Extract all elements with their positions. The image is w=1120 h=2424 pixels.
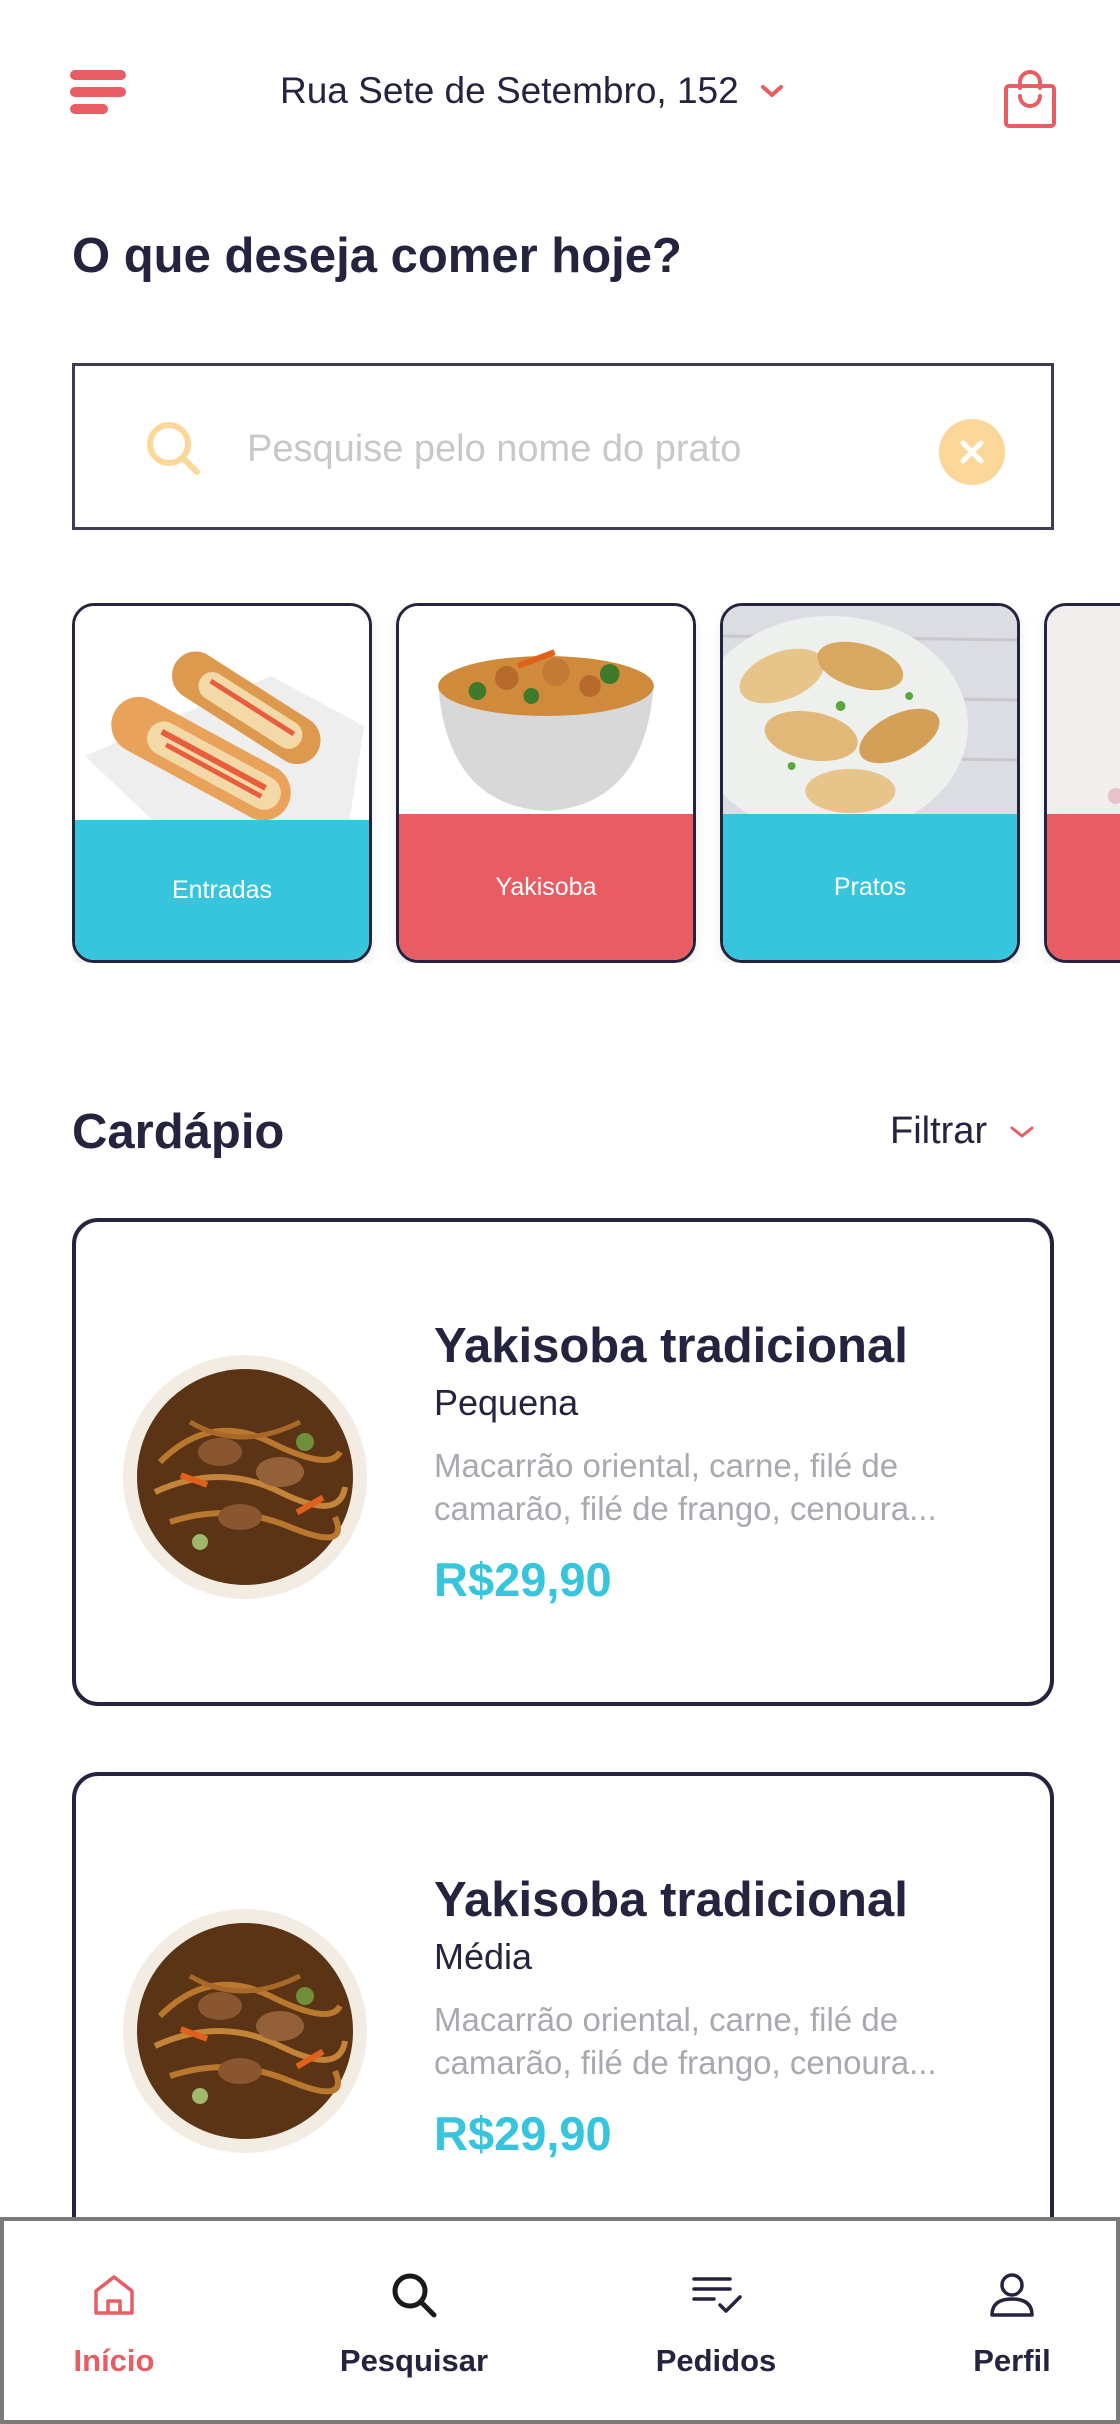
yakisoba-dish-image <box>123 1909 367 2153</box>
spring-rolls-image <box>75 606 369 826</box>
address-selector[interactable]: Rua Sete de Setembro, 152 <box>280 64 787 118</box>
dish-size: Pequena <box>434 1382 579 1423</box>
category-label: Entradas <box>171 875 273 904</box>
dish-name: Yakisoba tradicional <box>434 1873 908 1927</box>
category-label-area: Yakisoba <box>399 814 693 960</box>
hamburger-menu-icon[interactable] <box>70 70 128 116</box>
category-card-yakisoba[interactable]: Yakisoba <box>396 603 696 963</box>
dish-price: R$29,90 <box>434 1553 612 1606</box>
nav-item-perfil[interactable]: Perfil <box>902 2221 1120 2421</box>
yakisoba-dish-image <box>123 1355 367 1599</box>
nav-label: Pesquisar <box>339 2343 489 2378</box>
page-title: O que deseja comer hoje? <box>72 229 682 283</box>
category-carousel[interactable]: Entradas Yakisoba Pratos <box>72 603 1120 963</box>
search-input[interactable] <box>245 406 845 492</box>
address-text: Rua Sete de Setembro, 152 <box>280 70 739 111</box>
close-icon <box>960 440 984 464</box>
dish-card[interactable]: Yakisoba tradicional Pequena Macarrão or… <box>72 1218 1054 1706</box>
category-label: Yakisoba <box>495 872 597 901</box>
nav-item-inicio[interactable]: Início <box>4 2221 224 2421</box>
chevron-down-icon <box>760 85 783 97</box>
category-card-pratos[interactable]: Pratos <box>720 603 1020 963</box>
category-card-entradas[interactable]: Entradas <box>72 603 372 963</box>
filter-button[interactable]: Filtrar <box>890 1110 1037 1153</box>
dish-description: Macarrão oriental, carne, filé de camarã… <box>434 1447 937 1527</box>
yakisoba-bowl-image <box>399 606 693 826</box>
nav-label: Perfil <box>973 2343 1051 2378</box>
home-icon <box>94 2275 134 2315</box>
filter-label: Filtrar <box>890 1110 988 1152</box>
gyoza-plate-image <box>723 606 1017 826</box>
orders-list-icon <box>692 2277 742 2313</box>
category-card-partial[interactable] <box>1044 603 1120 963</box>
nav-item-pesquisar[interactable]: Pesquisar <box>304 2221 524 2421</box>
dish-size: Média <box>434 1936 533 1977</box>
dish-card[interactable]: Yakisoba tradicional Média Macarrão orie… <box>72 1772 1054 2260</box>
dish-name: Yakisoba tradicional <box>434 1319 908 1373</box>
category-label: Pratos <box>833 872 907 901</box>
chevron-down-icon <box>1010 1126 1034 1137</box>
search-box <box>72 363 1054 530</box>
bottom-navigation: Início Pesquisar Pedidos Perfil <box>0 2217 1120 2424</box>
category-image <box>1047 606 1120 826</box>
category-label-area: Entradas <box>75 820 369 960</box>
menu-section-title: Cardápio <box>72 1105 285 1159</box>
search-icon <box>147 422 200 475</box>
nav-label: Início <box>73 2343 155 2378</box>
category-label-area: Pratos <box>723 814 1017 960</box>
nav-label: Pedidos <box>655 2343 777 2378</box>
nav-item-pedidos[interactable]: Pedidos <box>606 2221 826 2421</box>
user-icon <box>990 2273 1034 2317</box>
dish-price: R$29,90 <box>434 2107 612 2160</box>
clear-search-button[interactable] <box>939 419 1005 485</box>
category-label-area <box>1047 814 1120 960</box>
search-icon <box>392 2273 437 2318</box>
dish-description: Macarrão oriental, carne, filé de camarã… <box>434 2001 937 2081</box>
shopping-bag-icon[interactable] <box>1002 68 1058 130</box>
